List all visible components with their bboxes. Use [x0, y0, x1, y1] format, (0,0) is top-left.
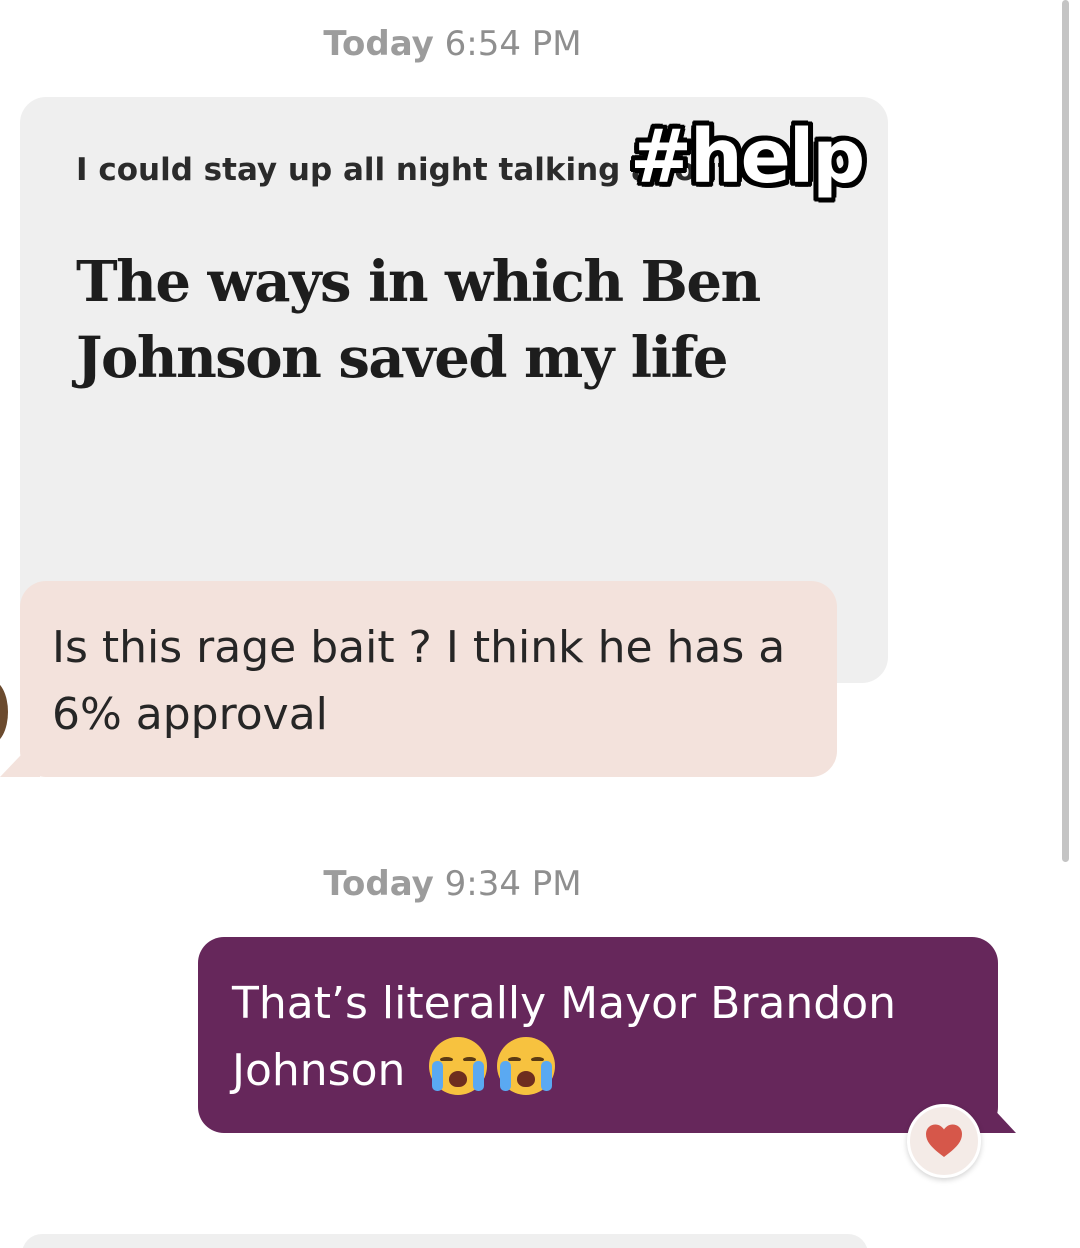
- timestamp-day: Today: [323, 864, 434, 904]
- prompt-answer: The ways in which Ben Johnson saved my l…: [76, 249, 761, 391]
- timestamp: Today 9:34 PM: [0, 864, 905, 904]
- timestamp: Today 6:54 PM: [0, 24, 905, 64]
- loudly-crying-face-icon: [497, 1037, 556, 1095]
- timestamp-time: 6:54 PM: [444, 24, 582, 64]
- loudly-crying-face-icon: [429, 1037, 488, 1095]
- received-message-text: Is this rage bait ? I think he has a 6% …: [52, 622, 786, 740]
- scrollbar[interactable]: [1062, 0, 1069, 862]
- next-message-card: [22, 1234, 868, 1248]
- sent-message-text: That’s literally Mayor Brandon Johnson: [232, 978, 896, 1096]
- timestamp-time: 9:34 PM: [444, 864, 582, 904]
- chat-screen: Today 6:54 PM I could stay up all night …: [0, 0, 1080, 1248]
- like-reaction-button[interactable]: [907, 1104, 981, 1178]
- timestamp-day: Today: [323, 24, 434, 64]
- received-bubble-tail: [0, 735, 40, 777]
- sent-bubble-tail: [976, 1090, 1016, 1133]
- hashtag-overlay: #help: [630, 114, 865, 200]
- sent-message: That’s literally Mayor Brandon Johnson: [232, 970, 972, 1104]
- heart-icon: [926, 1124, 962, 1157]
